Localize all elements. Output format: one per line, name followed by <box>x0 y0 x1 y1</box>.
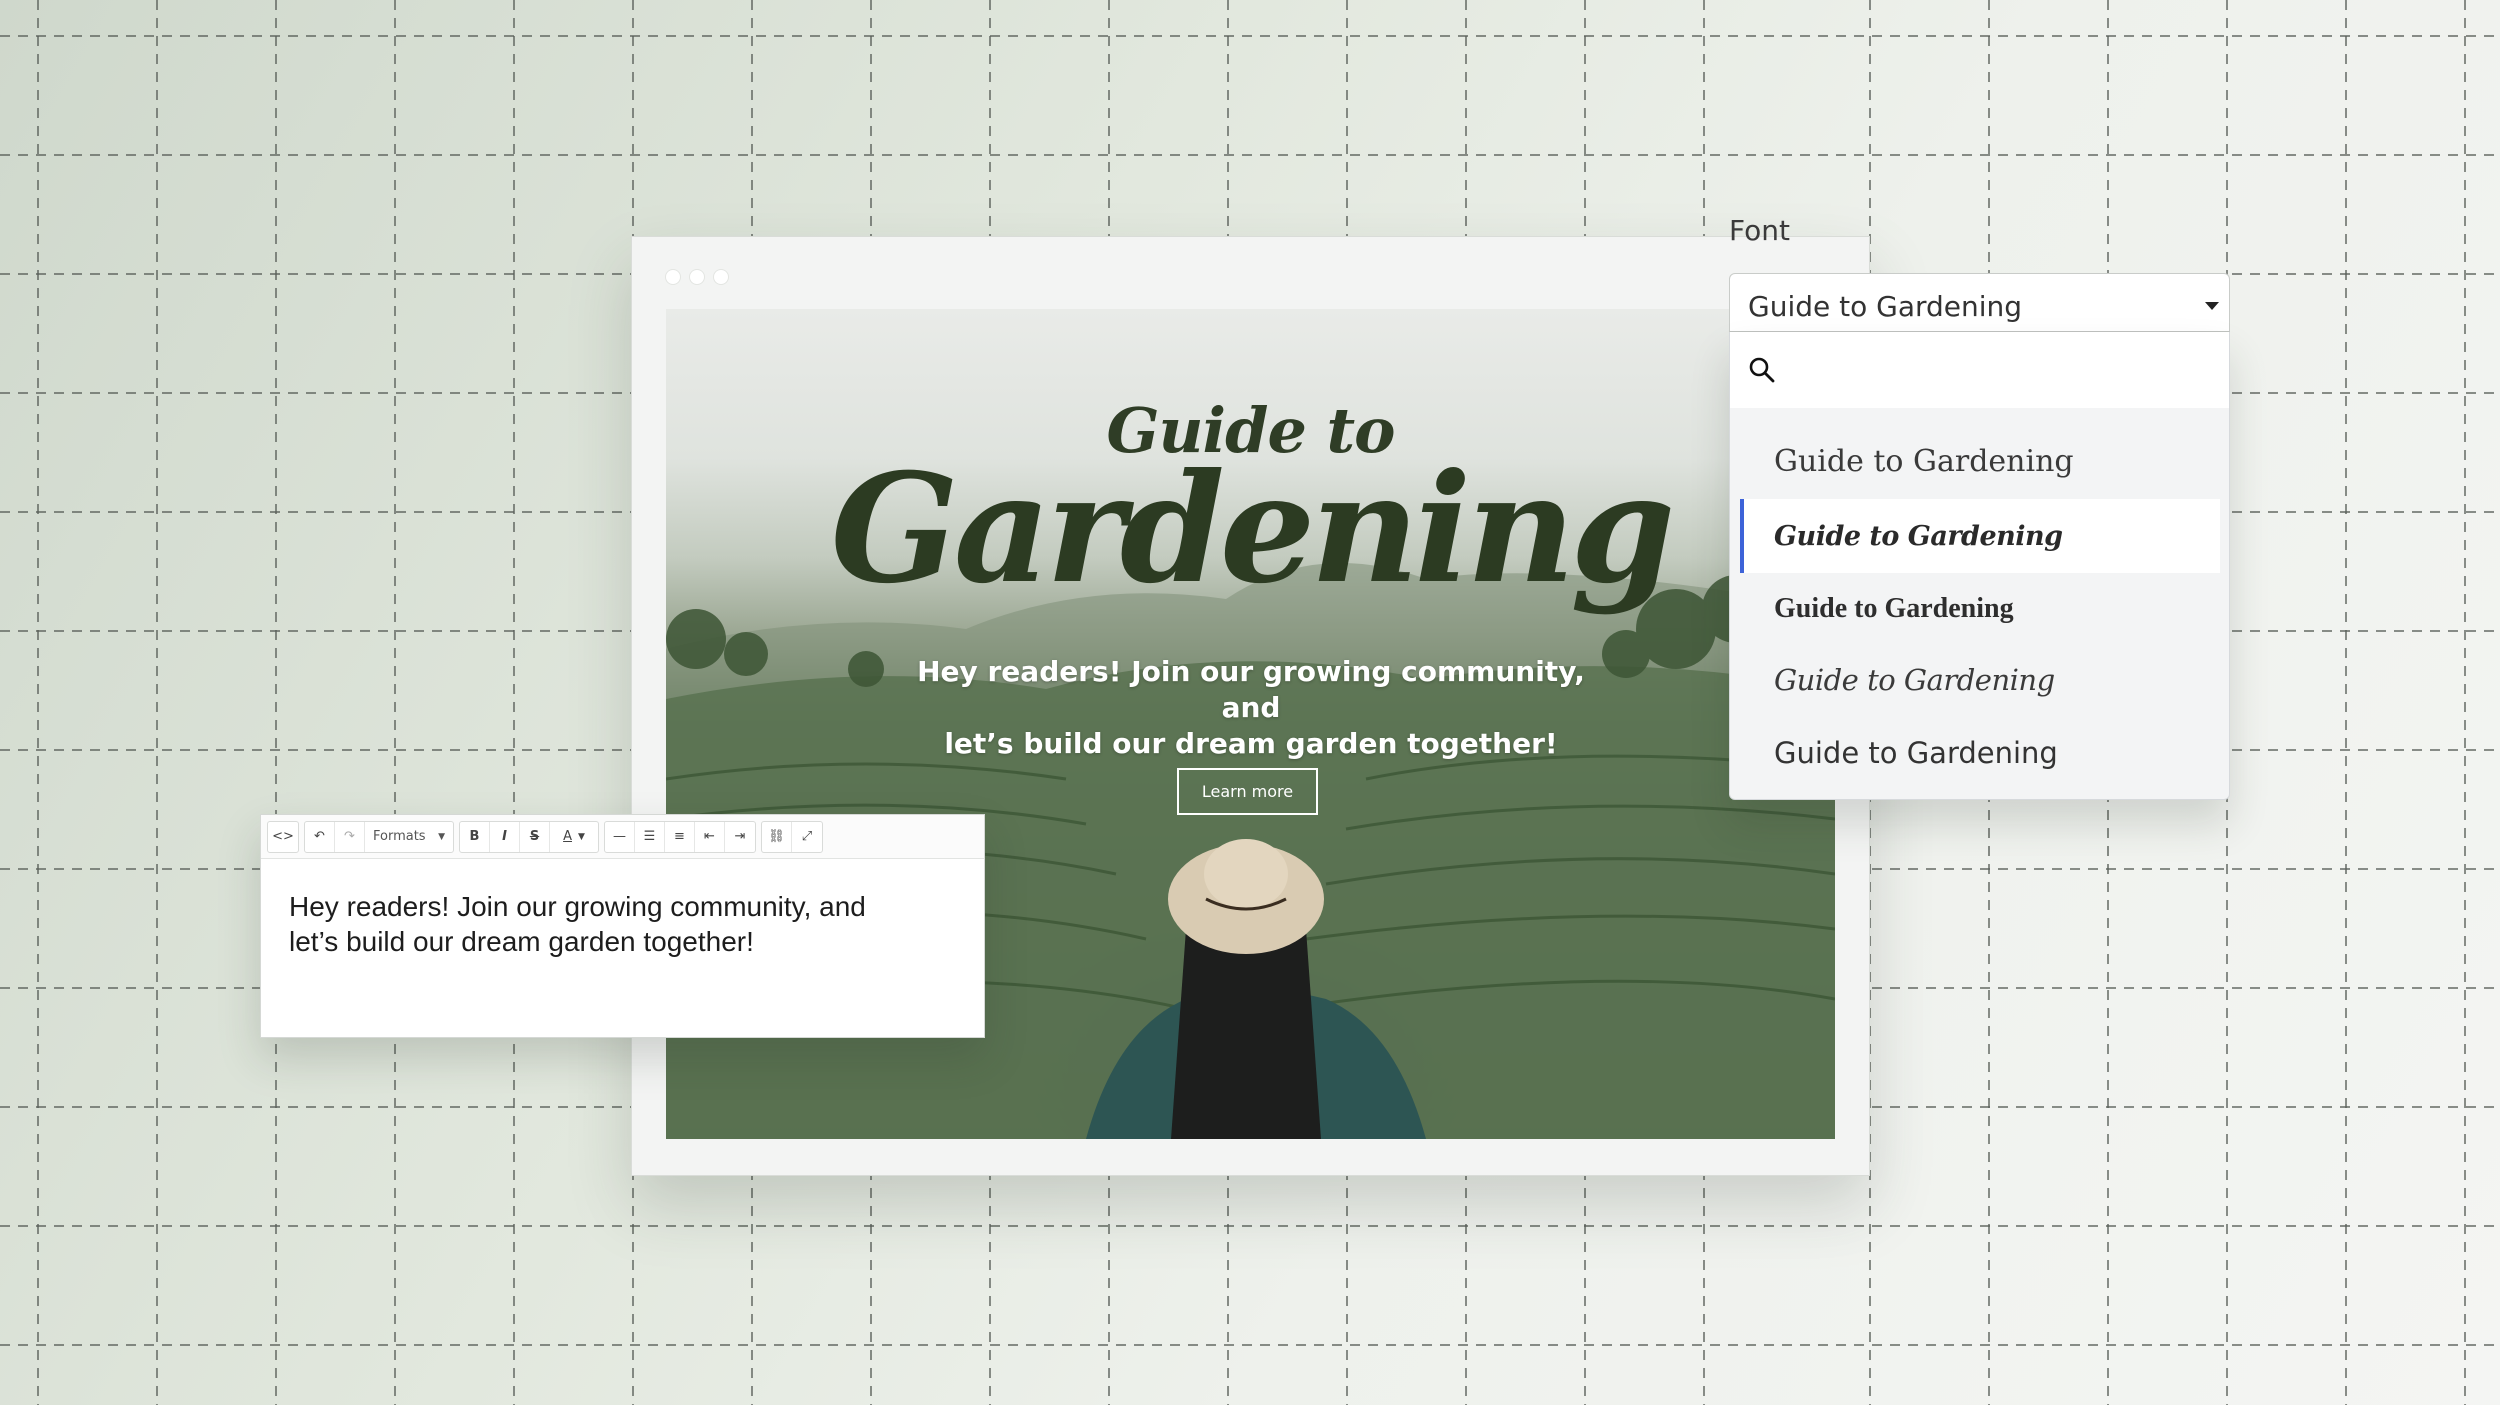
font-select-value: Guide to Gardening <box>1748 290 2023 323</box>
editor-toolbar: <> ↶ ↷ Formats ▼ B I S A ▼ — ☰ ≡ ⇤ ⇥ ⛓ ⤢ <box>261 815 984 859</box>
font-option-highlighted[interactable]: Guide to Gardening <box>1740 499 2220 573</box>
bullet-list-icon[interactable]: ☰ <box>635 821 665 852</box>
window-dot-icon <box>690 270 704 284</box>
font-option[interactable]: Guide to Gardening <box>1740 643 2220 717</box>
horizontal-rule-icon[interactable]: — <box>605 821 635 852</box>
fullscreen-icon[interactable]: ⤢ <box>792 822 822 852</box>
editor-text-line: let’s build our dream garden together! <box>289 926 754 957</box>
hero-subtitle: Hey readers! Join our growing community,… <box>906 654 1596 762</box>
strikethrough-button[interactable]: S <box>520 821 550 852</box>
font-label: Font <box>1729 214 1790 247</box>
font-option[interactable]: Guide to Gardening <box>1740 716 2220 790</box>
caret-down-icon <box>2205 302 2219 310</box>
indent-icon[interactable]: ⇥ <box>725 822 755 852</box>
chevron-down-icon: ▼ <box>438 831 445 842</box>
rich-text-editor: <> ↶ ↷ Formats ▼ B I S A ▼ — ☰ ≡ ⇤ ⇥ ⛓ ⤢… <box>260 814 985 1038</box>
hero-subtitle-line: let’s build our dream garden together! <box>944 727 1558 760</box>
editor-content[interactable]: Hey readers! Join our growing community,… <box>261 859 937 989</box>
italic-button[interactable]: I <box>490 821 520 852</box>
text-color-label: A <box>563 829 572 844</box>
chevron-down-icon: ▼ <box>577 831 585 842</box>
redo-icon[interactable]: ↷ <box>335 821 365 852</box>
font-option[interactable]: Guide to Gardening <box>1740 424 2220 498</box>
source-code-icon[interactable]: <> <box>268 822 298 852</box>
outdent-icon[interactable]: ⇤ <box>695 821 725 852</box>
window-dot-icon <box>714 270 728 284</box>
window-controls <box>666 270 728 284</box>
text-color-button[interactable]: A ▼ <box>550 822 598 852</box>
editor-text-line: Hey readers! Join our growing community,… <box>289 891 866 922</box>
link-icon[interactable]: ⛓ <box>762 821 792 852</box>
learn-more-button[interactable]: Learn more <box>1177 768 1318 815</box>
bold-button[interactable]: B <box>460 821 490 852</box>
font-select[interactable]: Guide to Gardening <box>1729 273 2230 332</box>
numbered-list-icon[interactable]: ≡ <box>665 821 695 852</box>
font-option[interactable]: Guide to Gardening <box>1740 572 2220 646</box>
undo-icon[interactable]: ↶ <box>305 821 335 852</box>
font-dropdown-panel: Guide to Gardening Guide to Gardening Gu… <box>1729 332 2230 800</box>
font-search-field[interactable] <box>1730 332 2229 408</box>
window-dot-icon <box>666 270 680 284</box>
hero-subtitle-line: Hey readers! Join our growing community,… <box>917 655 1585 724</box>
formats-label: Formats <box>373 829 426 844</box>
search-icon <box>1749 357 1775 383</box>
hero-title: Gardening <box>830 441 1676 617</box>
formats-dropdown[interactable]: Formats ▼ <box>365 822 453 852</box>
